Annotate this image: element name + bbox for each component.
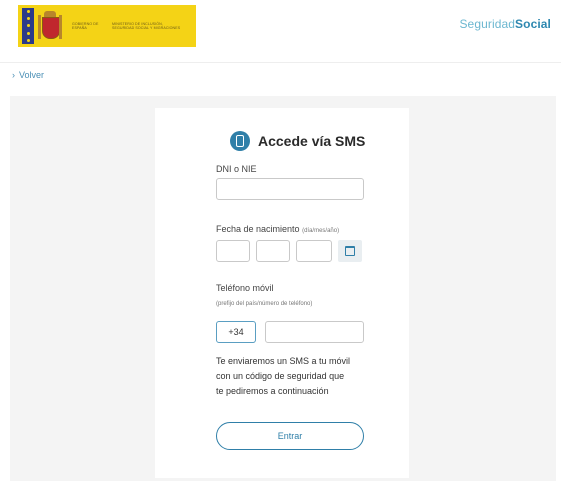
coat-of-arms-icon: [38, 11, 62, 41]
sms-login-card: Accede vía SMS DNI o NIE Fecha de nacimi…: [155, 108, 409, 478]
phone-number-input[interactable]: [265, 321, 364, 343]
calendar-icon: [345, 246, 355, 256]
sms-info-line: te pediremos a continuación: [216, 386, 329, 396]
birthdate-label: Fecha de nacimiento (día/mes/año): [216, 224, 339, 234]
back-link-label: Volver: [19, 70, 45, 80]
phone-label: Teléfono móvil: [216, 283, 274, 293]
ministry-name: Ministerio de Inclusión, Seguridad Socia…: [112, 21, 181, 30]
government-logo: Gobierno de España Ministerio de Inclusi…: [18, 5, 196, 47]
birthdate-label-text: Fecha de nacimiento: [216, 224, 300, 234]
dni-input[interactable]: [216, 178, 364, 200]
mobile-phone-icon: [230, 131, 250, 151]
brand-light-text: Seguridad: [459, 17, 516, 31]
country-prefix-value: +34: [228, 327, 244, 337]
sms-info-line: con un código de seguridad que: [216, 371, 345, 381]
sms-info-line: Te enviaremos un SMS a tu móvil: [216, 356, 351, 366]
form-title-row: Accede vía SMS: [230, 131, 365, 151]
government-name: Gobierno de España: [72, 21, 99, 30]
page-header: Gobierno de España Ministerio de Inclusi…: [0, 0, 561, 56]
birth-month-input[interactable]: [256, 240, 290, 262]
phone-format-hint: (prefijo del país/número de teléfono): [216, 301, 313, 307]
calendar-button[interactable]: [338, 240, 362, 262]
seguridad-social-logo[interactable]: SeguridadSocial: [459, 17, 551, 31]
dni-label: DNI o NIE: [216, 164, 257, 174]
eu-flag-icon: [22, 8, 34, 44]
birth-day-input[interactable]: [216, 240, 250, 262]
country-prefix-select[interactable]: +34: [216, 321, 256, 343]
submit-button[interactable]: Entrar: [216, 422, 364, 450]
birthdate-format-hint: (día/mes/año): [302, 228, 340, 234]
back-link[interactable]: › Volver: [12, 70, 44, 80]
chevron-right-icon: ›: [12, 70, 15, 80]
navigation-bar: [0, 62, 561, 89]
brand-bold-text: Social: [515, 17, 551, 31]
sms-info-text: Te enviaremos un SMS a tu móvil con un c…: [216, 354, 376, 399]
submit-button-label: Entrar: [277, 431, 303, 441]
content-panel: Accede vía SMS DNI o NIE Fecha de nacimi…: [10, 96, 556, 481]
birth-year-input[interactable]: [296, 240, 332, 262]
form-title: Accede vía SMS: [258, 133, 366, 149]
